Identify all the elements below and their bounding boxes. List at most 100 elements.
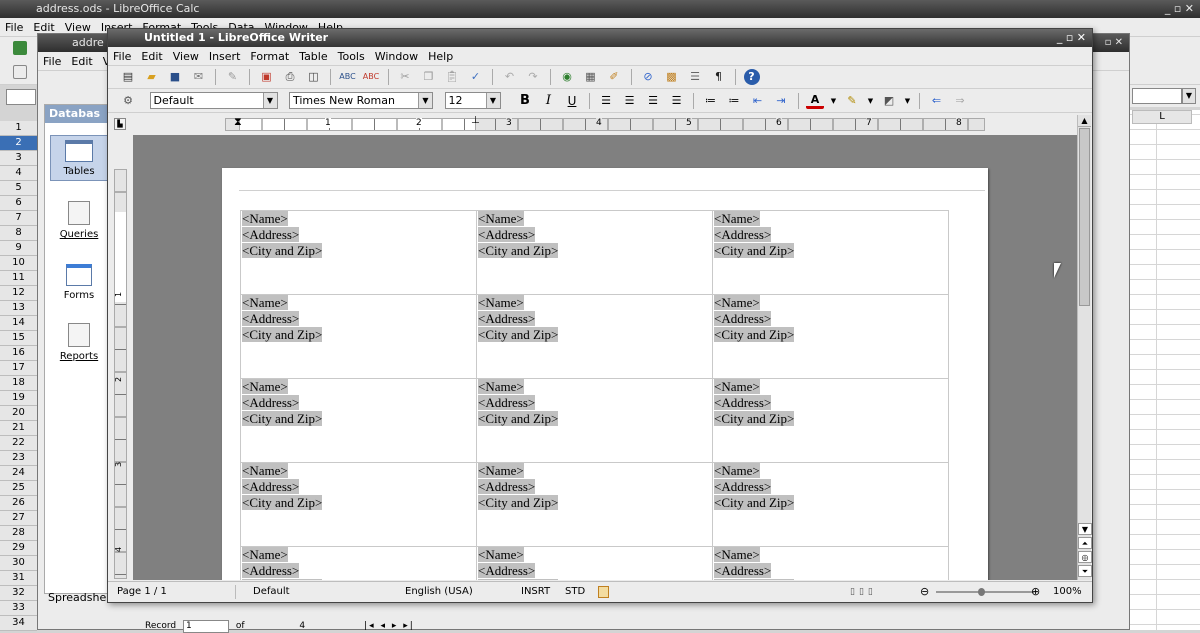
scroll-thumb[interactable] xyxy=(1079,128,1090,306)
writer-menu-help[interactable]: Help xyxy=(423,47,458,66)
font-color-icon[interactable]: A xyxy=(806,93,824,109)
calc-row-header[interactable]: 13 xyxy=(0,301,37,316)
calc-row-header[interactable]: 22 xyxy=(0,436,37,451)
label-cell[interactable]: <Name><Address><City and Zip> xyxy=(241,295,477,379)
document-modified-icon[interactable] xyxy=(598,586,609,598)
font-name-select[interactable]: Times New Roman ▼ xyxy=(289,92,433,109)
mail-merge-field[interactable]: <Address> xyxy=(714,563,772,578)
calc-row-header[interactable]: 2 xyxy=(0,136,37,151)
calc-row-header[interactable]: 17 xyxy=(0,361,37,376)
calc-row-header[interactable]: 18 xyxy=(0,376,37,391)
scroll-down-arrow[interactable]: ▼ xyxy=(1078,523,1092,535)
mail-merge-field[interactable]: <Name> xyxy=(478,463,524,478)
bullets-icon[interactable]: ≔ xyxy=(725,92,743,110)
navigator-icon[interactable]: ⊘ xyxy=(639,68,657,86)
calc-row-header[interactable]: 1 xyxy=(0,121,37,136)
print-preview-icon[interactable]: ◫ xyxy=(305,68,323,86)
hyperlink-icon[interactable]: ◉ xyxy=(558,68,576,86)
writer-titlebar[interactable]: Untitled 1 - LibreOffice Writer _ ▫ ✕ xyxy=(108,29,1092,47)
mail-merge-field[interactable]: <Address> xyxy=(478,479,536,494)
mail-merge-field[interactable]: <City and Zip> xyxy=(478,411,559,426)
base-item-tables[interactable]: Tables xyxy=(50,135,108,181)
label-cell[interactable]: <Name><Address><City and Zip> xyxy=(713,379,949,463)
mail-merge-field[interactable]: <City and Zip> xyxy=(242,495,323,510)
numbering-icon[interactable]: ≔ xyxy=(702,92,720,110)
mail-merge-field[interactable]: <Address> xyxy=(242,227,300,242)
calc-row-header[interactable]: 6 xyxy=(0,196,37,211)
mail-merge-field[interactable]: <Name> xyxy=(714,547,760,562)
label-cell[interactable]: <Name><Address><City and Zip> xyxy=(241,379,477,463)
formatting-marks-icon[interactable]: ¶ xyxy=(710,68,728,86)
label-cell[interactable]: <Name><Address><City and Zip> xyxy=(713,463,949,547)
clone-format-icon[interactable]: ✓ xyxy=(467,68,485,86)
chevron-down-icon[interactable]: ▼ xyxy=(485,93,500,108)
document-page[interactable]: <Name> <Address> <City and Zip> <Name> <Addr… xyxy=(222,168,988,580)
label-cell[interactable]: <Name><Address><City and Zip> xyxy=(477,547,713,580)
writer-menu-window[interactable]: Window xyxy=(370,47,423,66)
mail-merge-field[interactable]: <Name> xyxy=(714,211,760,226)
mail-merge-field[interactable]: <Name> xyxy=(714,295,760,310)
calc-row-header[interactable]: 26 xyxy=(0,496,37,511)
right-to-left-icon[interactable]: ⇒ xyxy=(951,92,969,110)
chevron-down-icon[interactable]: ▼ xyxy=(418,93,432,108)
zoom-level[interactable]: 100% xyxy=(1053,582,1082,602)
mail-merge-field[interactable]: <Name> xyxy=(242,547,288,562)
writer-menu-tools[interactable]: Tools xyxy=(333,47,370,66)
label-cell[interactable]: <Name><Address><City and Zip> xyxy=(477,379,713,463)
label-cell[interactable]: <Name><Address><City and Zip> xyxy=(241,463,477,547)
zoom-slider[interactable] xyxy=(936,591,1034,593)
base-item-forms[interactable]: Forms xyxy=(50,260,108,306)
mail-merge-field[interactable]: <Address> xyxy=(714,479,772,494)
calc-row-header[interactable]: 31 xyxy=(0,571,37,586)
calc-window-controls[interactable]: _ ▫ ✕ xyxy=(1165,0,1194,18)
mail-merge-field[interactable]: <Address> xyxy=(242,395,300,410)
mail-merge-field[interactable]: <Address> xyxy=(242,311,300,326)
calc-row-header[interactable]: 15 xyxy=(0,331,37,346)
mail-merge-field[interactable]: <Address> xyxy=(242,479,300,494)
mail-merge-field[interactable]: <City and Zip> xyxy=(242,243,323,258)
label-cell[interactable]: <Name><Address><City and Zip> xyxy=(241,211,477,295)
vertical-scrollbar[interactable]: ▲ ▼ ⏶ ◎ ⏷ xyxy=(1077,115,1092,580)
label-cell[interactable]: <Name><Address><City and Zip> xyxy=(477,295,713,379)
calc-name-box[interactable] xyxy=(6,89,36,105)
status-language[interactable]: English (USA) xyxy=(405,582,473,602)
mail-merge-field[interactable]: <Name> xyxy=(242,463,288,478)
edit-file-icon[interactable]: ✎ xyxy=(224,68,242,86)
calc-row-header[interactable]: 33 xyxy=(0,601,37,616)
status-page-style[interactable]: Default xyxy=(253,582,290,602)
calc-row-header[interactable]: 27 xyxy=(0,511,37,526)
background-color-icon[interactable]: ◩ xyxy=(880,92,898,110)
writer-menu-view[interactable]: View xyxy=(168,47,204,66)
base-window-controls[interactable]: ▫ ✕ xyxy=(1105,34,1123,52)
ruler-indent-marker[interactable]: ⧗ xyxy=(234,115,242,129)
calc-row-header[interactable]: 24 xyxy=(0,466,37,481)
label-cell[interactable]: <Name><Address><City and Zip> xyxy=(713,295,949,379)
calc-row-header[interactable]: 34 xyxy=(0,616,37,631)
mail-merge-field[interactable]: <Name> xyxy=(714,463,760,478)
chevron-down-icon[interactable]: ▼ xyxy=(830,92,838,110)
mail-merge-field[interactable]: <Name> xyxy=(242,295,288,310)
justify-icon[interactable]: ☰ xyxy=(668,92,686,110)
label-cell[interactable]: <Name><Address><City and Zip> xyxy=(241,547,477,580)
table-icon[interactable]: ▦ xyxy=(582,68,600,86)
mail-merge-field[interactable]: <Address> xyxy=(478,311,536,326)
ruler-tab-marker[interactable]: ⊥ xyxy=(471,115,480,126)
calc-row-header[interactable]: 25 xyxy=(0,481,37,496)
calc-formula-dropdown[interactable]: ▼ xyxy=(1182,88,1196,104)
calc-menu-file[interactable]: File xyxy=(0,18,28,37)
mail-merge-field[interactable]: <City and Zip> xyxy=(714,243,795,258)
calc-row-header[interactable]: 28 xyxy=(0,526,37,541)
help-icon[interactable]: ? xyxy=(743,69,760,85)
styles-formatting-icon[interactable]: ⚙ xyxy=(119,92,137,110)
mail-merge-field[interactable]: <City and Zip> xyxy=(714,411,795,426)
align-right-icon[interactable]: ☰ xyxy=(644,92,662,110)
calc-row-header[interactable]: 14 xyxy=(0,316,37,331)
mail-merge-field[interactable]: <Address> xyxy=(478,227,536,242)
cut-icon[interactable]: ✂ xyxy=(396,68,414,86)
calc-doc-icon[interactable] xyxy=(13,65,27,79)
italic-button[interactable]: I xyxy=(540,92,558,110)
mail-merge-field[interactable]: <Address> xyxy=(714,395,772,410)
mail-merge-field[interactable]: <Address> xyxy=(242,563,300,578)
calc-row-header[interactable]: 11 xyxy=(0,271,37,286)
vertical-ruler[interactable]: 1 2 3 4 xyxy=(114,169,127,579)
